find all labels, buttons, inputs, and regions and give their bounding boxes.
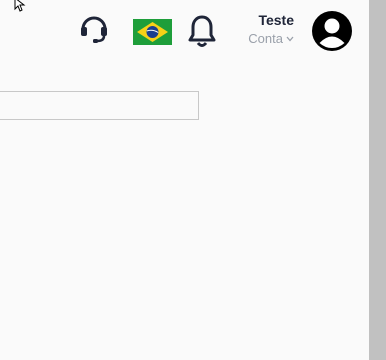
vertical-scrollbar[interactable] — [369, 0, 386, 360]
user-avatar-icon[interactable] — [311, 10, 353, 52]
account-menu[interactable]: Teste Conta — [232, 12, 294, 52]
account-label: Conta — [248, 31, 283, 46]
search-input[interactable] — [0, 91, 199, 120]
app-page: Teste Conta — [0, 0, 386, 360]
account-dropdown[interactable]: Conta — [232, 31, 294, 47]
scrollbar-thumb[interactable] — [369, 0, 386, 360]
brazil-flag-icon[interactable] — [133, 19, 172, 45]
user-name: Teste — [258, 12, 294, 28]
top-header: Teste Conta — [0, 0, 370, 70]
bell-icon[interactable] — [188, 14, 216, 48]
headset-icon[interactable] — [78, 12, 110, 44]
chevron-down-icon — [286, 36, 294, 42]
